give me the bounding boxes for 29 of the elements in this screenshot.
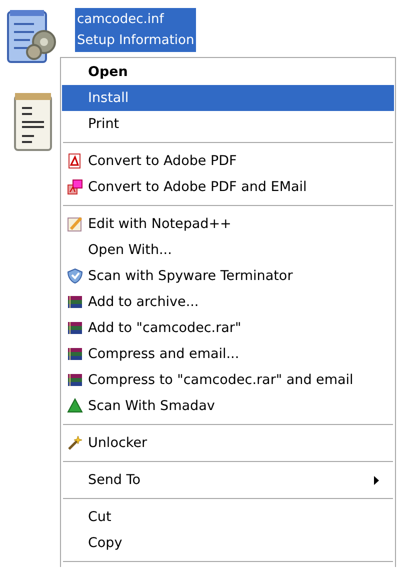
books-stack-icon [67,320,83,336]
menu-item[interactable]: Open With... [62,237,394,263]
menu-item[interactable]: Open [62,59,394,85]
magic-wand-icon [67,435,83,451]
menu-item[interactable]: Compress to "camcodec.rar" and email [62,367,394,393]
menu-item[interactable]: Convert to Adobe PDF and EMail [62,174,394,200]
menu-item[interactable]: Install [62,85,394,111]
menu-item[interactable]: Convert to Adobe PDF [62,148,394,174]
menu-item[interactable]: Add to "camcodec.rar" [62,315,394,341]
submenu-arrow-icon [374,476,379,484]
menu-item[interactable]: Print [62,111,394,137]
menu-item[interactable]: Copy [62,530,394,556]
shield-icon [67,268,83,284]
menu-item[interactable]: Unlocker [62,430,394,456]
menu-item[interactable]: Scan with Spyware Terminator [62,263,394,289]
pdf-email-icon [67,179,83,195]
pdf-document-icon [67,153,83,169]
books-stack-icon [67,346,83,362]
menu-item[interactable]: Scan With Smadav [62,393,394,419]
books-stack-icon [67,294,83,310]
menu-item[interactable]: Add to archive... [62,289,394,315]
menu-item[interactable]: Cut [62,504,394,530]
menu-item[interactable]: Compress and email... [62,341,394,367]
menu-item[interactable]: Edit with Notepad++ [62,211,394,237]
notepad-plus-icon [67,216,83,232]
menu-item[interactable]: Send To [62,467,394,493]
triangle-icon [67,398,83,414]
books-stack-icon [67,372,83,388]
file-label[interactable]: camcodec.inf Setup Information [75,8,196,52]
